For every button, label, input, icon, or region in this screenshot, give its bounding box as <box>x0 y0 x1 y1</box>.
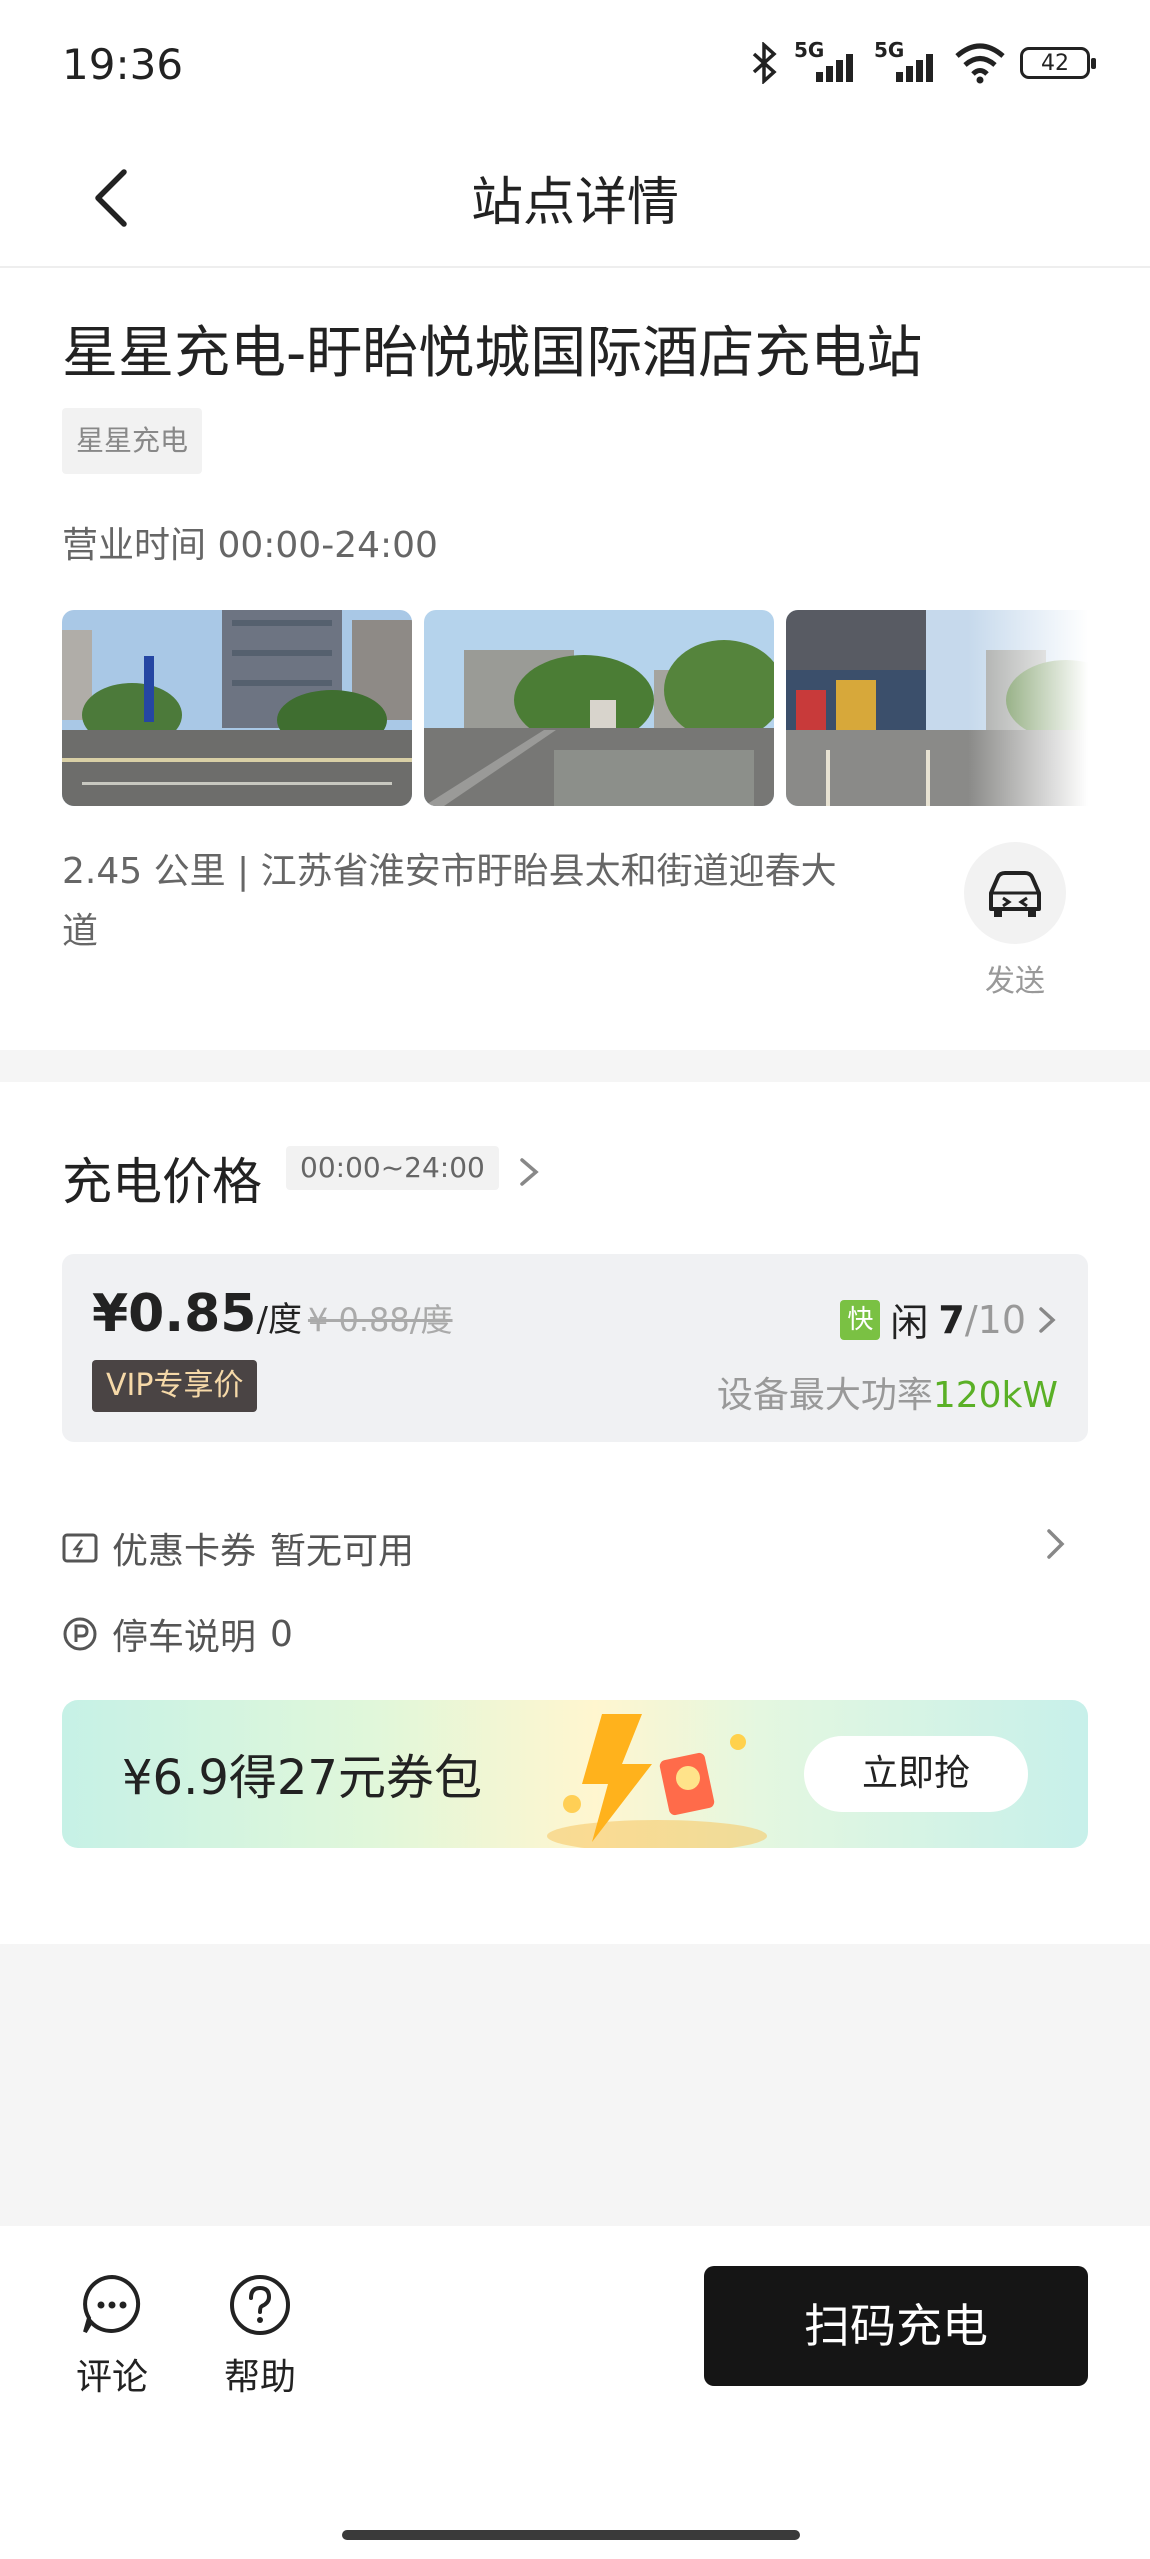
business-hours: 营业时间 00:00-24:00 <box>62 525 438 566</box>
cellular-signal-icon: 5G <box>874 38 940 84</box>
coupon-row[interactable]: 优惠卡券 暂无可用 <box>62 1522 414 1574</box>
station-name: 星星充电-盱眙悦城国际酒店充电站 <box>62 321 923 386</box>
status-bar: 19:36 5G 5G 42 <box>0 0 1150 130</box>
send-to-car-button[interactable] <box>964 842 1066 944</box>
original-price: ¥ 0.88/度 <box>307 1301 453 1339</box>
coupon-pack-banner[interactable]: ¥6.9得27元券包 立即抢 <box>62 1700 1088 1848</box>
price-unit: /度 <box>256 1300 302 1340</box>
chevron-right-icon[interactable] <box>1040 1522 1070 1566</box>
help-button[interactable]: 帮助 <box>210 2272 310 2400</box>
price-amount: ¥0.85 <box>92 1284 257 1344</box>
idle-count: 7/10 <box>938 1297 1026 1342</box>
bluetooth-icon <box>752 42 777 84</box>
price-section-title: 充电价格 <box>62 1153 262 1211</box>
vip-badge: VIP专享价 <box>92 1360 258 1412</box>
send-label: 发送 <box>985 964 1045 999</box>
price-card: 充电价格 00:00~24:00 ¥0.85/度 ¥ 0.88/度 VIP专享价 … <box>0 1082 1150 1944</box>
page-title: 站点详情 <box>470 173 679 233</box>
status-time: 19:36 <box>62 40 184 89</box>
chevron-right-icon <box>1039 1306 1056 1333</box>
comment-button[interactable]: 评论 <box>62 2272 162 2400</box>
price-period-tag[interactable]: 00:00~24:00 <box>286 1146 499 1190</box>
charger-availability[interactable]: 快 闲 7/10 <box>840 1292 1058 1347</box>
battery-icon: 42 <box>1020 47 1096 79</box>
banner-text: ¥6.9得27元券包 <box>122 1750 482 1806</box>
fast-charge-badge: 快 <box>840 1299 881 1340</box>
price-detail-box[interactable]: ¥0.85/度 ¥ 0.88/度 VIP专享价 快 闲 7/10 设备最大功率12… <box>62 1254 1088 1442</box>
chevron-right-icon[interactable] <box>514 1152 544 1192</box>
cellular-signal-icon: 5G <box>794 38 860 84</box>
station-address: 2.45 公里 | 江苏省淮安市盱眙县太和街道迎春大道 <box>62 851 837 952</box>
max-power: 设备最大功率120kW <box>716 1375 1058 1416</box>
station-photo[interactable] <box>424 610 774 806</box>
lightning-icon <box>547 1714 767 1848</box>
idle-label: 闲 <box>890 1301 929 1345</box>
brand-tag: 星星充电 <box>62 408 203 474</box>
comment-icon <box>83 2274 141 2334</box>
car-icon <box>989 871 1041 917</box>
station-info-card: 星星充电-盱眙悦城国际酒店充电站 星星充电 营业时间 00:00-24:00 2… <box>0 268 1150 1050</box>
coupon-label: 优惠卡券 <box>112 1531 257 1572</box>
help-icon <box>230 2275 290 2335</box>
parking-row: 停车说明 0 <box>62 1608 293 1660</box>
home-indicator[interactable] <box>342 2530 800 2540</box>
coupon-value: 暂无可用 <box>270 1531 415 1572</box>
grab-now-button[interactable]: 立即抢 <box>804 1736 1028 1812</box>
nav-bar: 站点详情 <box>0 130 1150 268</box>
parking-value: 0 <box>270 1613 293 1655</box>
bottom-action-bar: 评论 帮助 扫码充电 <box>0 2226 1150 2559</box>
photo-gallery[interactable] <box>62 610 1088 806</box>
current-price: ¥0.85/度 ¥ 0.88/度 <box>92 1284 453 1344</box>
scan-to-charge-button[interactable]: 扫码充电 <box>704 2266 1088 2386</box>
help-label: 帮助 <box>223 2357 296 2398</box>
status-icons: 5G 5G 42 <box>750 38 1096 84</box>
parking-icon <box>63 1617 97 1651</box>
wifi-icon <box>955 43 1005 84</box>
station-photo[interactable] <box>62 610 412 806</box>
comment-label: 评论 <box>75 2357 148 2398</box>
parking-label: 停车说明 <box>112 1617 257 1658</box>
coupon-icon <box>62 1533 98 1563</box>
